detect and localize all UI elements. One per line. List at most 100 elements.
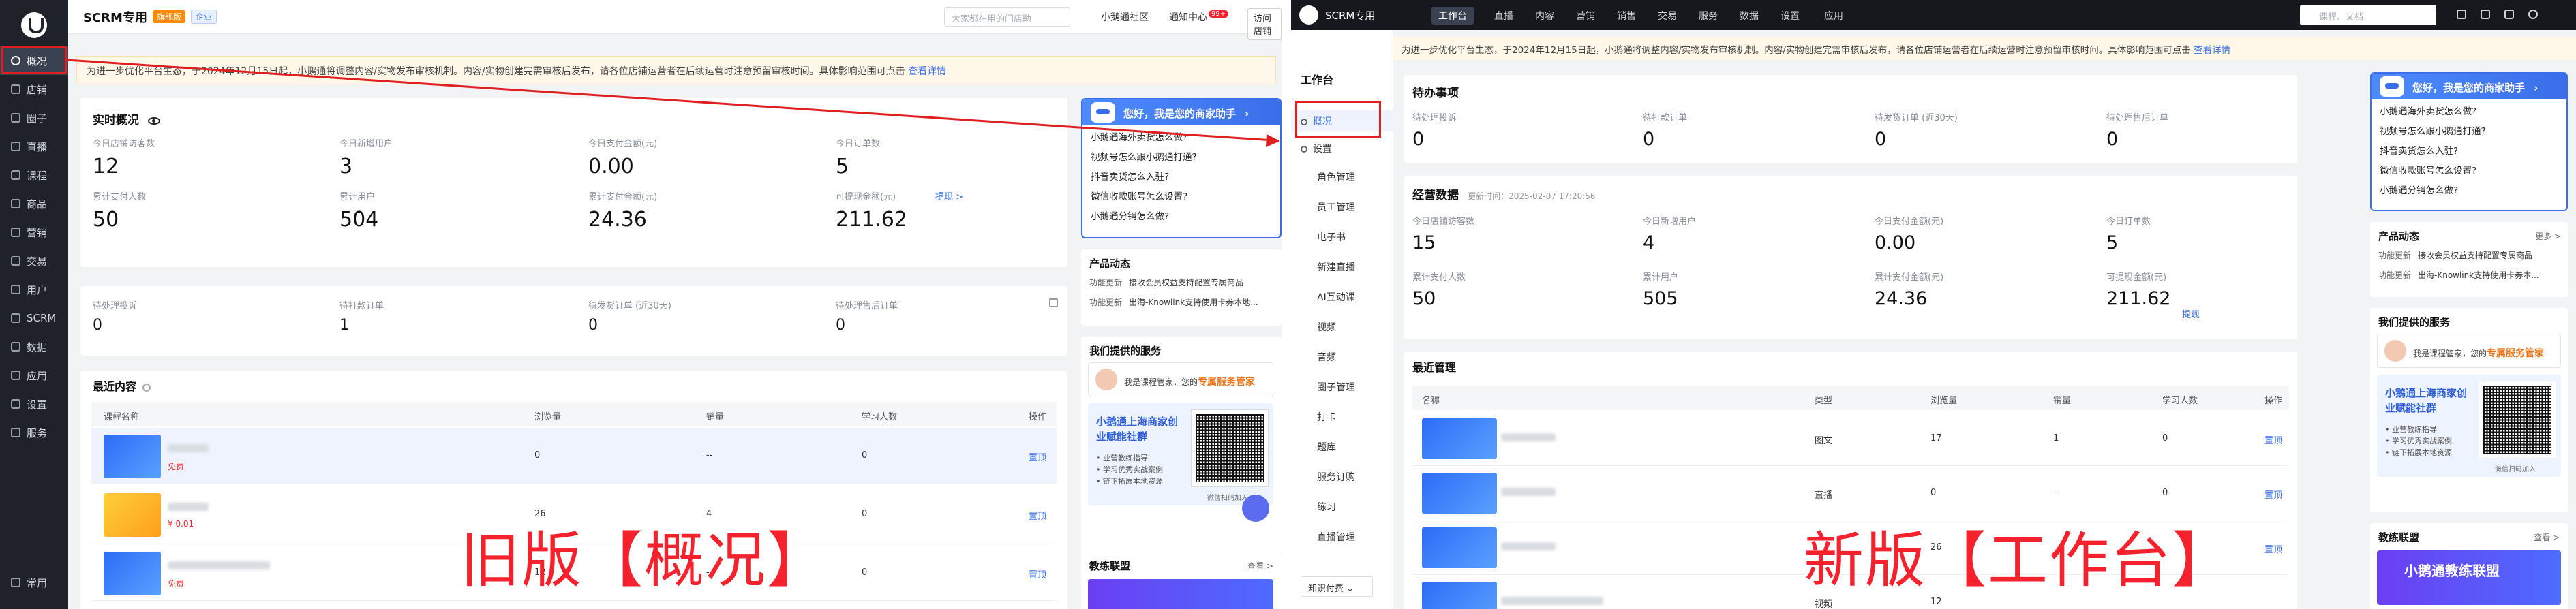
visit-store-button[interactable]: 访问店铺 [1247, 8, 1282, 40]
todo-block[interactable]: 待发货订单 (近30天) 0 [588, 298, 793, 334]
assistant-question[interactable]: 微信收款账号怎么设置? [2372, 161, 2566, 181]
top-nav-4[interactable]: 销售 [1617, 9, 1636, 22]
app-switch-dropdown[interactable]: 知识付费 ⌄ [1301, 576, 1373, 597]
news-item[interactable]: 功能更新 出海-Knowlink支持使用卡券本... [2378, 269, 2562, 281]
pin-top-link[interactable]: 置顶 [1029, 509, 1046, 522]
sidebar-item-7[interactable]: 视频 [1291, 316, 1393, 337]
news-item[interactable]: 功能更新 出海-Knowlink支持使用卡券本地... [1089, 296, 1277, 308]
notice-center-link[interactable]: 通知中心 99+ [1169, 10, 1229, 24]
sidebar-item-4[interactable]: 课程 [0, 161, 68, 189]
sidebar-item-9[interactable]: 圈子管理 [1291, 376, 1393, 396]
pin-top-link[interactable]: 置顶 [1029, 450, 1046, 463]
notice-detail-link[interactable]: 查看详情 [2194, 45, 2230, 56]
course-thumbnail[interactable] [104, 552, 161, 595]
top-nav-3[interactable]: 营销 [1576, 9, 1595, 22]
news-item[interactable]: 功能更新 接收会员权益支持配置专属商品 [2378, 249, 2562, 261]
sidebar-item-9[interactable]: SCRM [0, 304, 68, 332]
sidebar-item-2[interactable]: 圈子 [0, 104, 68, 132]
assistant-header[interactable]: 您好，我是您的商家助手 › [1082, 99, 1280, 125]
news-item[interactable]: 功能更新 接收会员权益支持配置专属商品 [1089, 277, 1277, 288]
pin-top-link[interactable]: 置顶 [2264, 542, 2282, 555]
bell-icon[interactable] [2457, 10, 2466, 19]
coach-banner[interactable]: 小鹅通教练联盟 [2377, 550, 2561, 605]
assistant-question[interactable]: 小鹅通海外卖货怎么做? [1082, 128, 1280, 148]
news-more-link[interactable]: 更多 > [2535, 230, 2561, 242]
steward-banner[interactable]: 我是课程管家，您的专属服务管家 [2377, 334, 2561, 368]
assistant-question[interactable]: 抖音卖货怎么入驻? [2372, 142, 2566, 161]
sidebar-item-11[interactable]: 题库 [1291, 436, 1393, 456]
pin-top-link[interactable]: 置顶 [2264, 433, 2282, 446]
sidebar-item-10[interactable]: 数据 [0, 332, 68, 361]
sidebar-item-3[interactable]: 员工管理 [1291, 196, 1393, 217]
content-thumbnail[interactable] [1422, 527, 1497, 568]
top-nav-7[interactable]: 数据 [1740, 9, 1759, 22]
todo-block[interactable]: 待发货订单 (近30天) 0 [1875, 110, 2079, 150]
course-thumbnail[interactable] [104, 493, 161, 537]
top-nav-1[interactable]: 直播 [1494, 9, 1513, 22]
sidebar-item-1[interactable]: 设置 [1291, 138, 1393, 158]
community-banner[interactable]: 小鹅通上海商家创业赋能社群 • 业营教练指导 • 学习优秀实战案例 • 链下拓展本地… [1088, 403, 1273, 505]
sidebar-item-1[interactable]: 店铺 [0, 75, 68, 104]
community-link[interactable]: 小鹅通社区 [1101, 10, 1149, 24]
sidebar-item-10[interactable]: 打卡 [1291, 406, 1393, 426]
coach-more-link[interactable]: 查看 > [1247, 560, 1273, 572]
coach-banner[interactable] [1088, 579, 1273, 609]
edit-icon[interactable] [1049, 298, 1058, 307]
eye-icon[interactable] [148, 117, 161, 125]
layout-icon[interactable] [2481, 10, 2490, 19]
assistant-question[interactable]: 小鹅通海外卖货怎么做? [2372, 102, 2566, 122]
assistant-question[interactable]: 抖音卖货怎么入驻? [1082, 168, 1280, 187]
community-banner[interactable]: 小鹅通上海商家创业赋能社群 • 业营教练指导 • 学习优秀实战案例 • 链下拓展本地… [2377, 375, 2561, 477]
sidebar-item-12[interactable]: 服务订购 [1291, 466, 1393, 486]
sidebar-item-7[interactable]: 交易 [0, 247, 68, 275]
todo-block[interactable]: 待处理投诉 0 [1412, 110, 1617, 150]
todo-block[interactable]: 待处理售后订单 0 [2106, 110, 2311, 150]
assistant-question[interactable]: 小鹅通分销怎么做? [1082, 207, 1280, 227]
assistant-question[interactable]: 微信收款账号怎么设置? [1082, 187, 1280, 207]
content-thumbnail[interactable] [1422, 473, 1497, 514]
top-nav-8[interactable]: 设置 [1781, 9, 1800, 22]
sidebar-item-6[interactable]: 营销 [0, 218, 68, 247]
pin-top-link[interactable]: 置顶 [2264, 488, 2282, 501]
todo-block[interactable]: 待打款订单 1 [339, 298, 544, 334]
withdraw-link[interactable]: 提现 > [935, 189, 963, 202]
sidebar-item-6[interactable]: AI互动课 [1291, 286, 1393, 307]
content-thumbnail[interactable] [1422, 418, 1497, 459]
sidebar-item-3[interactable]: 直播 [0, 132, 68, 161]
assistant-question[interactable]: 视频号怎么跟小鹅通打通? [2372, 122, 2566, 142]
sidebar-item-14[interactable]: 直播管理 [1291, 526, 1393, 546]
assistant-question[interactable]: 视频号怎么跟小鹅通打通? [1082, 148, 1280, 168]
sidebar-item-13[interactable]: 练习 [1291, 496, 1393, 516]
sidebar-item-12[interactable]: 设置 [0, 390, 68, 418]
sidebar-item-11[interactable]: 应用 [0, 361, 68, 390]
todo-block[interactable]: 待处理售后订单 0 [836, 298, 1040, 334]
chat-float-icon[interactable] [1242, 495, 1269, 522]
todo-block[interactable]: 待处理投诉 0 [93, 298, 297, 334]
top-nav-6[interactable]: 服务 [1699, 9, 1718, 22]
steward-banner[interactable]: 我是课程管家，您的专属服务管家 [1088, 362, 1273, 396]
pin-top-link[interactable]: 置顶 [1029, 567, 1046, 580]
top-nav-5[interactable]: 交易 [1658, 9, 1677, 22]
sidebar-item-common[interactable]: 常用 [0, 568, 68, 597]
sidebar-item-13[interactable]: 服务 [0, 418, 68, 447]
withdraw-link[interactable]: 提现 [2182, 307, 2200, 320]
sidebar-item-8[interactable]: 音频 [1291, 346, 1393, 366]
sidebar-item-5[interactable]: 商品 [0, 189, 68, 218]
search-input[interactable]: 大家都在用的门店助 [944, 7, 1070, 27]
search-input[interactable]: 课程、文档 [2300, 5, 2436, 25]
assistant-header[interactable]: 您好，我是您的商家助手 › [2372, 74, 2566, 99]
notice-detail-link[interactable]: 查看详情 [908, 66, 946, 77]
assistant-question[interactable]: 小鹅通分销怎么做? [2372, 181, 2566, 201]
coach-more-link[interactable]: 查看 > [2534, 531, 2560, 543]
sidebar-item-2[interactable]: 角色管理 [1291, 166, 1393, 187]
avatar[interactable] [2528, 10, 2538, 19]
top-nav-0[interactable]: 工作台 [1431, 7, 1474, 25]
top-nav-9[interactable]: 应用 [1824, 9, 1843, 22]
sidebar-item-4[interactable]: 电子书 [1291, 226, 1393, 247]
sidebar-item-8[interactable]: 用户 [0, 275, 68, 304]
course-thumbnail[interactable] [104, 435, 161, 478]
calendar-icon[interactable] [2504, 10, 2514, 19]
top-nav-2[interactable]: 内容 [1535, 9, 1554, 22]
todo-block[interactable]: 待打款订单 0 [1643, 110, 1847, 150]
content-thumbnail[interactable] [1422, 582, 1497, 609]
